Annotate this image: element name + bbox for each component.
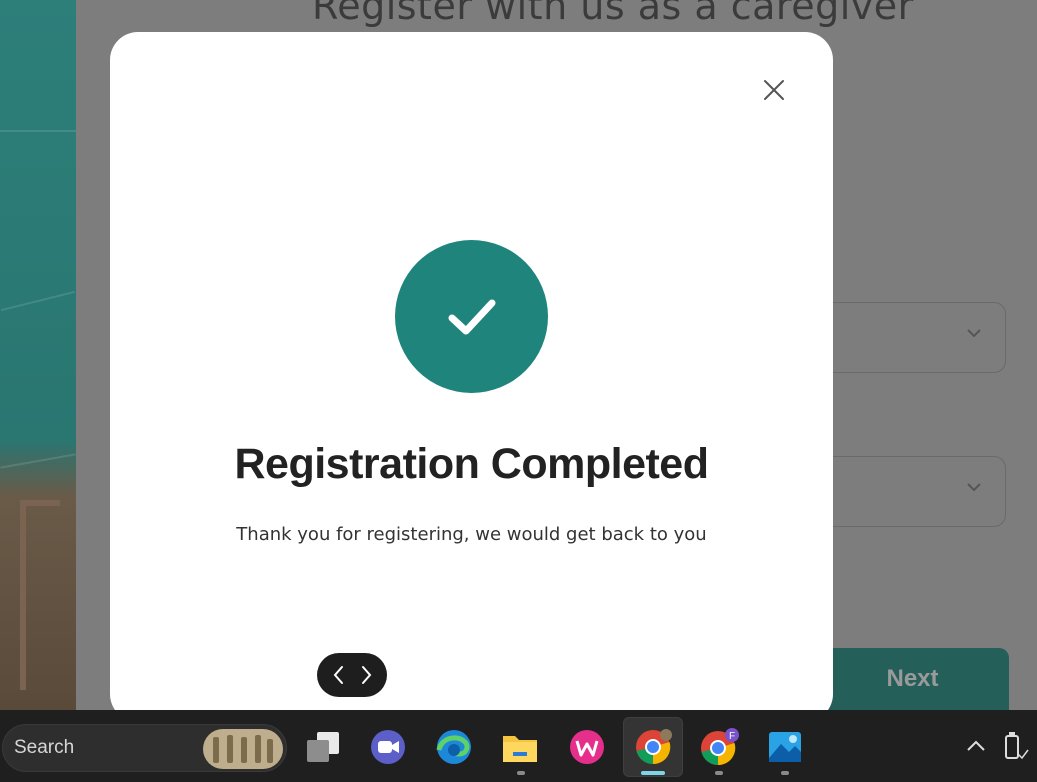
search-highlight-icon — [203, 729, 283, 769]
svg-text:F: F — [729, 731, 735, 742]
usb-device-icon[interactable] — [1000, 730, 1030, 762]
photos-icon[interactable] — [765, 727, 805, 767]
select-field-1[interactable] — [816, 302, 1006, 373]
page-title: Register with us as a caregiver — [312, 0, 914, 28]
carousel-nav — [317, 653, 387, 697]
chevron-left-icon[interactable] — [327, 663, 351, 687]
video-call-icon[interactable] — [368, 727, 408, 767]
chrome-profile-icon[interactable]: F — [699, 727, 739, 767]
task-view-icon[interactable] — [303, 727, 343, 767]
close-button[interactable] — [760, 76, 788, 104]
chevron-up-icon[interactable] — [964, 734, 988, 758]
chevron-right-icon[interactable] — [354, 663, 378, 687]
chevron-down-icon — [965, 323, 983, 347]
chrome-icon[interactable] — [633, 727, 673, 767]
search-input[interactable]: Search — [14, 737, 74, 759]
taskbar: Search F — [0, 710, 1037, 782]
wps-icon[interactable] — [567, 727, 607, 767]
select-field-2[interactable] — [816, 456, 1006, 527]
background-image — [0, 0, 76, 710]
taskbar-search[interactable]: Search — [2, 724, 287, 772]
close-icon — [764, 80, 784, 100]
success-modal: Registration Completed Thank you for reg… — [110, 32, 833, 722]
success-badge — [395, 240, 548, 393]
edge-icon[interactable] — [434, 727, 474, 767]
next-button[interactable]: Next — [816, 648, 1009, 710]
checkmark-icon — [448, 299, 495, 334]
folder-icon[interactable] — [500, 727, 540, 767]
modal-subtitle: Thank you for registering, we would get … — [236, 524, 707, 545]
chevron-down-icon — [965, 477, 983, 501]
modal-title: Registration Completed — [234, 440, 710, 488]
